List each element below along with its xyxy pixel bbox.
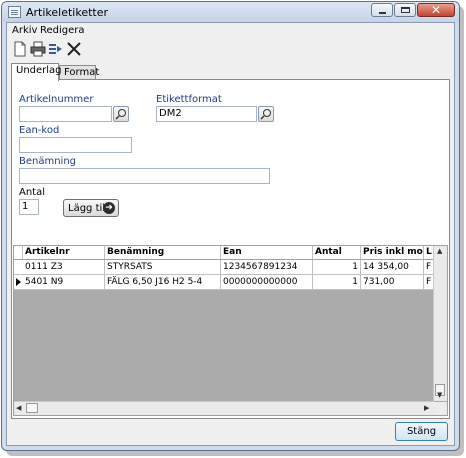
- search-icon: [260, 109, 271, 120]
- etikettformat-label: Etikettformat: [156, 94, 222, 105]
- maximize-icon: [401, 7, 410, 13]
- close-icon: ✕: [430, 3, 442, 17]
- cell-artikelnr[interactable]: 5401 N9: [23, 275, 105, 289]
- etikettformat-field[interactable]: DM2: [156, 106, 257, 122]
- menu-redigera[interactable]: Redigera: [40, 25, 85, 36]
- column-header-ean[interactable]: Ean: [221, 246, 313, 259]
- benamning-label: Benämning: [19, 156, 77, 167]
- tab-underlag-label: Underlag: [16, 65, 62, 76]
- toolbar: [7, 38, 454, 60]
- antal-field[interactable]: 1: [19, 199, 39, 215]
- tab-format-label: Format: [64, 67, 100, 78]
- grid-header-corner: [14, 246, 23, 259]
- minimize-button[interactable]: [371, 3, 393, 17]
- delete-icon[interactable]: [66, 41, 82, 57]
- add-button-label: Lägg till: [68, 203, 108, 214]
- arrow-right-icon: ➜: [103, 202, 115, 214]
- menu-arkiv[interactable]: Arkiv: [12, 25, 37, 36]
- artikelnummer-label: Artikelnummer: [19, 94, 94, 105]
- horizontal-scroll-thumb[interactable]: [26, 403, 38, 413]
- main-window: Artikeletiketter ✕ Arkiv Redigera Underl…: [1, 1, 460, 451]
- app-icon: [8, 6, 21, 18]
- window-controls: ✕: [370, 3, 455, 17]
- cell-artikelnr[interactable]: 0111 Z3: [23, 260, 105, 274]
- article-grid: Artikelnr Benämning Ean Antal Pris inkl …: [13, 245, 448, 416]
- export-icon[interactable]: [48, 41, 64, 57]
- current-row-icon: [16, 278, 21, 286]
- cell-benamning[interactable]: STYRSATS: [105, 260, 221, 274]
- tab-format[interactable]: Format: [59, 65, 100, 80]
- minimize-icon: [379, 12, 386, 14]
- scroll-up-icon[interactable]: ▲: [437, 247, 442, 255]
- etikettformat-lookup-button[interactable]: [258, 106, 274, 122]
- title-bar[interactable]: Artikeletiketter ✕: [2, 2, 459, 22]
- close-window-button[interactable]: ✕: [417, 3, 455, 17]
- menu-bar: Arkiv Redigera: [7, 23, 454, 38]
- cell-ean[interactable]: 0000000000000: [221, 275, 313, 289]
- benamning-field[interactable]: [19, 168, 270, 184]
- cell-pris[interactable]: 14 354,00: [361, 260, 424, 274]
- search-icon: [115, 109, 126, 120]
- column-header-artikelnr[interactable]: Artikelnr: [23, 246, 105, 259]
- artikelnummer-lookup-button[interactable]: [113, 106, 129, 122]
- cell-antal[interactable]: 1: [313, 275, 361, 289]
- cell-pris[interactable]: 731,00: [361, 275, 424, 289]
- close-button[interactable]: Stäng: [395, 422, 448, 441]
- artikelnummer-field[interactable]: [19, 106, 112, 122]
- add-button[interactable]: Lägg till ➜: [63, 199, 119, 217]
- vertical-scrollbar[interactable]: ▲ ▼: [433, 246, 447, 401]
- scrollbar-corner: [434, 402, 447, 415]
- print-icon[interactable]: [30, 41, 46, 57]
- table-row[interactable]: 0111 Z3 STYRSATS 1234567891234 1 14 354,…: [14, 260, 434, 275]
- column-header-benamning[interactable]: Benämning: [105, 246, 221, 259]
- tab-underlag[interactable]: Underlag: [11, 63, 62, 81]
- ean-kod-label: Ean-kod: [19, 125, 60, 136]
- new-document-icon[interactable]: [12, 41, 28, 57]
- ean-kod-field[interactable]: [19, 137, 132, 153]
- scroll-down-icon[interactable]: ▼: [437, 391, 442, 399]
- maximize-button[interactable]: [394, 3, 416, 17]
- horizontal-scrollbar[interactable]: ◀ ▶: [14, 401, 434, 415]
- column-header-antal[interactable]: Antal: [313, 246, 361, 259]
- scroll-left-icon[interactable]: ◀: [16, 404, 21, 412]
- cell-benamning[interactable]: FÄLG 6,50 J16 H2 5-4: [105, 275, 221, 289]
- grid-header: Artikelnr Benämning Ean Antal Pris inkl …: [14, 246, 434, 260]
- cell-ean[interactable]: 1234567891234: [221, 260, 313, 274]
- underlag-panel: Artikelnummer Etikettformat DM2 Ean-kod …: [11, 79, 450, 419]
- column-header-pris[interactable]: Pris inkl moms: [361, 246, 424, 259]
- cell-antal[interactable]: 1: [313, 260, 361, 274]
- antal-label: Antal: [19, 187, 46, 198]
- window-title: Artikeletiketter: [26, 6, 109, 19]
- table-row[interactable]: 5401 N9 FÄLG 6,50 J16 H2 5-4 00000000000…: [14, 275, 434, 290]
- client-area: Arkiv Redigera Underlag Format Artikelnu…: [6, 22, 455, 446]
- scroll-right-icon[interactable]: ▶: [424, 404, 429, 412]
